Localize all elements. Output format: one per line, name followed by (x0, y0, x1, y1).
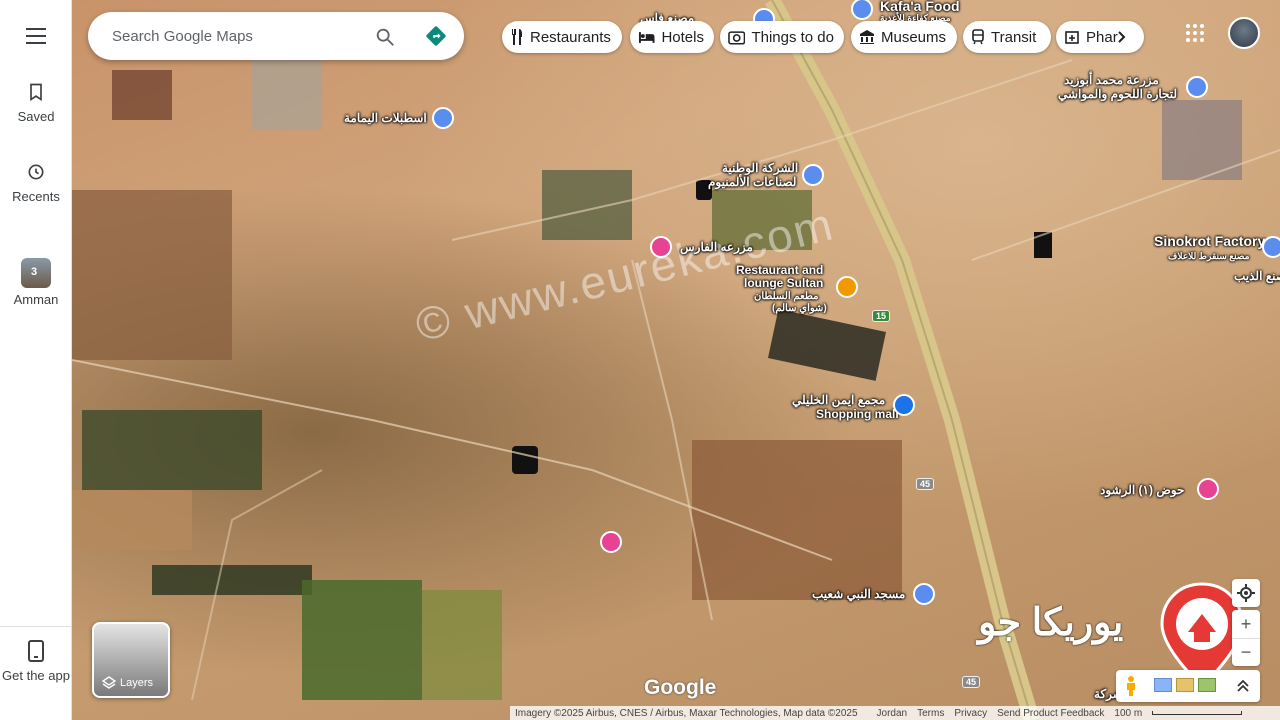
hotel-pin-icon[interactable] (1197, 478, 1219, 500)
search-icon[interactable] (374, 26, 396, 48)
search-box (88, 12, 464, 60)
map-tools-tray (1116, 670, 1260, 702)
bookmark-icon (30, 83, 42, 102)
place-label: لتجارة اللحوم والمواشي (1058, 87, 1178, 101)
chip-label: Museums (881, 28, 947, 46)
phone-icon (28, 640, 44, 662)
scale-bar (1152, 711, 1243, 715)
road-badge: 15 (872, 310, 891, 322)
fork-knife-icon (512, 29, 522, 45)
place-pin-icon[interactable] (802, 164, 824, 186)
recents-label: Recents (12, 189, 60, 204)
place-label: مجمع ايمن الخليلي (792, 393, 886, 407)
zoom-controls: + − (1232, 610, 1260, 666)
place-label: (شواي سالم) (772, 303, 827, 314)
recent-place-label: Amman (13, 292, 59, 307)
privacy-link[interactable]: Privacy (954, 708, 987, 719)
chip-museums[interactable]: Museums (851, 21, 957, 53)
pharmacy-icon (1065, 31, 1079, 44)
chip-label: Transit (991, 28, 1037, 46)
place-pin-icon[interactable] (913, 583, 935, 605)
place-label: مزرعه الفارس (680, 240, 753, 254)
menu-icon[interactable] (26, 28, 46, 49)
place-label: مصنع سنقرط للاعلاف (1168, 251, 1250, 261)
zoom-in-button[interactable]: + (1232, 610, 1260, 638)
place-label: lounge Sultan (744, 276, 824, 290)
place-pin-icon[interactable] (1262, 236, 1280, 258)
chip-label: Phar (1086, 28, 1118, 46)
zoom-out-button[interactable]: − (1232, 638, 1260, 666)
my-location-icon (1237, 584, 1255, 602)
place-label: اسطبلات اليمامة (344, 111, 427, 125)
history-icon (28, 164, 44, 180)
pegman-icon[interactable] (1124, 675, 1138, 697)
chip-label: Restaurants (530, 28, 611, 46)
chip-restaurants[interactable]: Restaurants (502, 21, 622, 53)
bed-icon (638, 32, 655, 43)
train-icon (972, 29, 984, 45)
recent-count: 3 (31, 266, 38, 278)
place-label: حوض (١) الرشود (1100, 483, 1185, 497)
place-label: لصناعات الألمنيوم (708, 175, 797, 189)
saved-button[interactable]: Saved (0, 82, 72, 124)
account-avatar[interactable] (1228, 17, 1260, 49)
place-thumbnail: 3 (21, 258, 51, 288)
search-input[interactable] (112, 24, 362, 48)
chip-label: Things to do (751, 28, 834, 46)
imagery-credit: Imagery ©2025 Airbus, CNES / Airbus, Max… (515, 707, 858, 719)
restaurant-pin-icon[interactable] (836, 276, 858, 298)
chip-pharmacies[interactable]: Phar (1056, 21, 1144, 53)
google-logo: Google (644, 676, 717, 699)
saved-label: Saved (17, 109, 55, 124)
hotel-pin-icon[interactable] (650, 236, 672, 258)
place-pin-icon[interactable] (1186, 76, 1208, 98)
directions-icon[interactable] (425, 25, 447, 47)
road-badge: 45 (962, 676, 981, 688)
region-link[interactable]: Jordan (877, 708, 908, 719)
chevron-up-icon[interactable] (1236, 679, 1250, 693)
place-label: مصنع الذيب (1234, 269, 1280, 283)
layers-button[interactable]: Layers (92, 622, 170, 698)
layers-icon (102, 676, 116, 689)
chip-hotels[interactable]: Hotels (630, 21, 714, 53)
feedback-link[interactable]: Send Product Feedback (997, 708, 1104, 719)
place-label: Sinokrot Factory (1154, 233, 1266, 249)
recent-place-amman[interactable]: 3 Amman (0, 258, 72, 307)
scale-label[interactable]: 100 m (1114, 708, 1142, 719)
shopping-pin-icon[interactable] (893, 394, 915, 416)
brand-logo: يوريكا جو (978, 602, 1124, 644)
get-app-button[interactable]: Get the app (0, 640, 72, 684)
chevron-right-icon[interactable] (1118, 31, 1126, 43)
recents-button[interactable]: Recents (0, 162, 72, 204)
terms-link[interactable]: Terms (917, 708, 944, 719)
get-app-label: Get the app (2, 668, 70, 683)
place-label: مسجد النبي شعيب (812, 587, 906, 601)
place-label: الشركة الوطنية (722, 161, 799, 175)
map-type-thumbnail[interactable] (1198, 678, 1216, 692)
layers-label: Layers (120, 677, 154, 689)
map-type-thumbnail[interactable] (1154, 678, 1172, 692)
my-location-button[interactable] (1232, 579, 1260, 607)
place-label: Shopping mall (816, 407, 899, 421)
chip-things-to-do[interactable]: Things to do (720, 21, 844, 53)
hotel-pin-icon[interactable] (600, 531, 622, 553)
place-pin-icon[interactable] (432, 107, 454, 129)
sidebar: Saved Recents 3 Amman Get the app (0, 0, 72, 720)
map-type-thumbnail[interactable] (1176, 678, 1194, 692)
camera-icon (728, 31, 746, 45)
attribution-bar: Imagery ©2025 Airbus, CNES / Airbus, Max… (510, 706, 1280, 720)
place-label: مزرعة محمد أبوزيد (1064, 73, 1159, 87)
chip-label: Hotels (661, 28, 704, 46)
road-badge: 45 (916, 478, 935, 490)
apps-grid-icon[interactable] (1186, 24, 1204, 42)
chip-transit[interactable]: Transit (963, 21, 1051, 53)
museum-icon (860, 30, 874, 44)
